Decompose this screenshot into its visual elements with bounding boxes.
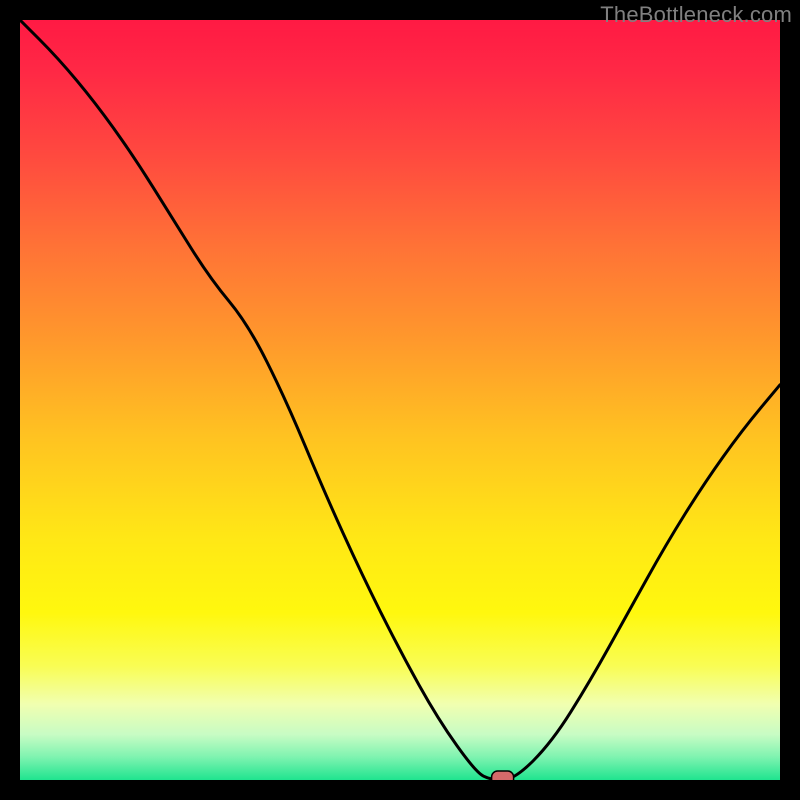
plot-area xyxy=(20,20,780,780)
chart-svg xyxy=(20,20,780,780)
optimal-marker xyxy=(492,771,514,780)
chart-frame: TheBottleneck.com xyxy=(0,0,800,800)
gradient-background xyxy=(20,20,780,780)
watermark-label: TheBottleneck.com xyxy=(600,2,792,28)
